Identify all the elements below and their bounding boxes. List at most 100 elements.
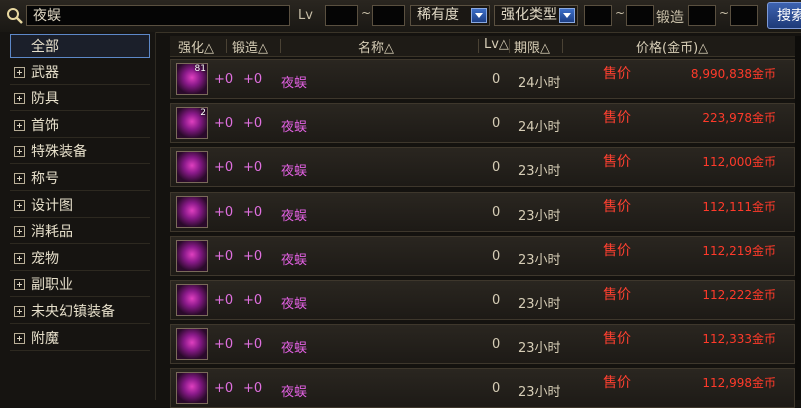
filter-bar: 夜蜈 Lv ~ 稀有度 强化类型 ~ 锻造 ~ 搜索 [0,0,801,33]
enhance-value: +0 [214,116,234,132]
expand-plus-icon[interactable] [14,332,25,344]
expand-plus-icon[interactable] [14,173,25,184]
forge-max-input[interactable] [730,5,758,26]
enhance-max-input[interactable] [626,5,654,26]
lv-max-input[interactable] [372,5,405,26]
lv-value: 0 [492,160,501,176]
header-forge[interactable]: 锻造△ [232,37,268,56]
header-name[interactable]: 名称△ [358,37,394,56]
lv-value: 0 [492,72,501,87]
header-divider [226,39,227,53]
sidebar-item[interactable]: 宠物 [10,247,150,271]
sale-label: 售价 [603,66,631,82]
expand-plus-icon[interactable] [14,66,25,78]
enhance-value: +0 [214,72,234,87]
enhance-min-input[interactable] [584,5,612,26]
enhance-value: +0 [214,204,234,220]
sidebar-item[interactable]: 副职业 [10,273,150,298]
sidebar-item-label: 宠物 [31,250,59,267]
sidebar-item-label: 防具 [31,91,59,108]
lv-value: 0 [492,293,501,308]
table-row[interactable]: +0 +0 夜蜈 0 23小时 售价 112,219金币 [170,235,795,276]
enhance-type-select[interactable]: 强化类型 [494,5,578,26]
sidebar-item[interactable]: 首饰 [10,114,150,138]
header-period[interactable]: 期限△ [514,37,550,56]
item-icon[interactable] [176,284,208,316]
item-name: 夜蜈 [281,252,308,268]
item-icon[interactable] [176,195,208,228]
search-button[interactable]: 搜索 [767,2,801,29]
header-price[interactable]: 价格(金币)△ [636,37,708,56]
expand-plus-icon[interactable] [14,279,25,291]
item-icon[interactable] [176,239,208,272]
sidebar-item[interactable]: 称号 [10,167,150,191]
price-value: 112,111金币 [702,199,776,214]
expand-plus-icon[interactable] [14,252,25,264]
search-icon [7,8,23,24]
lv-value: 0 [492,337,501,353]
lv-min-input[interactable] [325,5,358,26]
category-sidebar: 全部武器防具首饰特殊装备称号设计图 消耗品宠物副职业未央幻镇装备 附魔 [0,32,156,400]
sidebar-item-label: 特殊装备 [31,144,87,161]
expand-plus-icon[interactable] [14,199,25,211]
price-value: 112,219金币 [702,243,776,258]
item-name: 夜蜈 [281,385,308,401]
period-value: 23小时 [518,252,561,268]
sidebar-item-label: 首饰 [31,117,59,134]
forge-value: +0 [243,293,263,308]
enhance-value: +0 [214,248,234,264]
sidebar-item[interactable]: 特殊装备 [10,140,150,165]
item-name: 夜蜈 [281,297,308,312]
chevron-down-icon[interactable] [471,8,487,23]
sidebar-item[interactable]: 全部 [10,34,150,58]
table-row[interactable]: +0 +0 夜蜈 0 23小时 售价 112,333金币 [170,324,795,365]
expand-plus-icon[interactable] [14,119,25,131]
sidebar-item[interactable]: 防具 [10,87,150,112]
sidebar-item-label: 未央幻镇装备 [31,304,115,320]
item-icon[interactable]: 2 [176,107,208,140]
header-enhance[interactable]: 强化△ [178,37,214,56]
period-value: 23小时 [518,164,561,180]
sidebar-item[interactable]: 设计图 [10,194,150,218]
item-name: 夜蜈 [281,341,308,357]
forge-value: +0 [243,381,263,397]
table-row[interactable]: +0 +0 夜蜈 0 23小时 售价 112,222金币 [170,280,795,320]
table-row[interactable]: +0 +0 夜蜈 0 23小时 售价 112,000金币 [170,147,795,188]
price-value: 223,978金币 [702,111,776,126]
table-row[interactable]: +0 +0 夜蜈 0 23小时 售价 112,111金币 [170,191,795,232]
table-row[interactable]: +0 +0 夜蜈 0 23小时 售价 112,998金币 [170,368,795,408]
sidebar-item[interactable]: 未央幻镇装备 [10,300,150,324]
lv-value: 0 [492,116,501,132]
expand-plus-icon[interactable] [14,93,25,105]
expand-plus-icon[interactable] [14,226,25,238]
item-count: 81 [194,64,206,74]
forge-value: +0 [243,337,263,353]
search-input[interactable]: 夜蜈 [26,5,290,26]
period-value: 23小时 [518,297,561,312]
price-value: 8,990,838金币 [690,67,776,81]
sidebar-item[interactable]: 附魔 [10,327,150,351]
scrollbar[interactable] [795,36,801,400]
table-header: 强化△ 锻造△ 名称△ Lv△ 期限△ 价格(金币)△ [170,36,795,57]
item-icon[interactable] [176,151,208,184]
header-lv[interactable]: Lv△ [484,37,509,52]
sidebar-item-label: 附魔 [31,330,59,347]
chevron-down-icon[interactable] [559,8,575,23]
sale-label: 售价 [603,331,631,348]
sidebar-item[interactable]: 消耗品 [10,220,150,245]
sale-label: 售价 [603,154,631,171]
table-row[interactable]: 81 +0 +0 夜蜈 0 24小时 售价 8,990,838金币 [170,59,795,99]
forge-min-input[interactable] [688,5,716,26]
enhance-value: +0 [214,337,234,353]
table-row[interactable]: 2 +0 +0 夜蜈 0 24小时 售价 223,978金币 [170,103,795,144]
sidebar-item[interactable]: 武器 [10,61,150,85]
header-divider [478,39,479,53]
item-name: 夜蜈 [281,208,308,224]
lv-value: 0 [492,381,501,397]
item-icon[interactable]: 81 [176,63,208,95]
expand-plus-icon[interactable] [14,306,25,317]
rarity-select[interactable]: 稀有度 [410,5,490,26]
expand-plus-icon[interactable] [14,146,25,158]
sidebar-item-label: 武器 [31,64,59,81]
item-icon[interactable] [176,328,208,361]
